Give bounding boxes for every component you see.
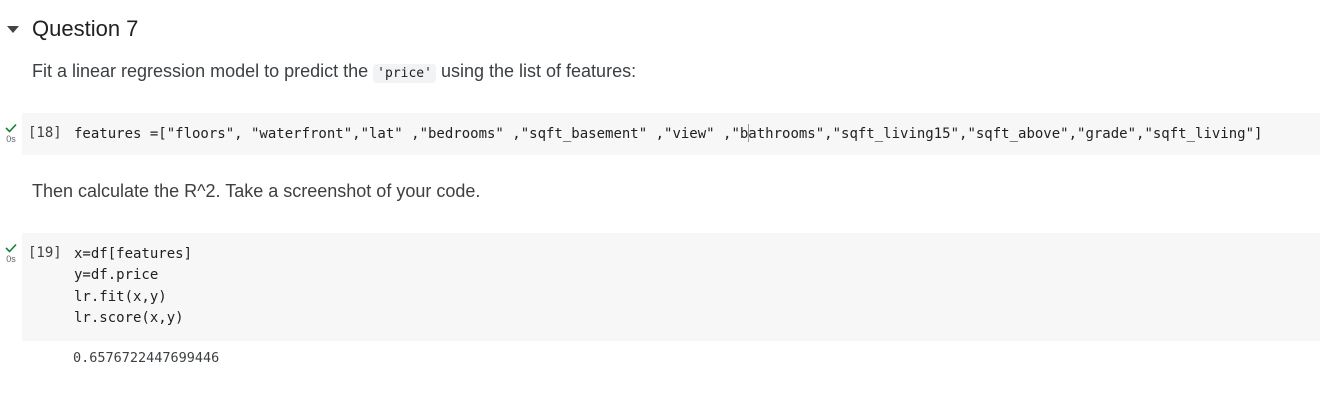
cell-19-output: 0.6576722447699446 — [73, 350, 220, 366]
text-cell-r2[interactable]: Then calculate the R^2. Take a screensho… — [32, 181, 480, 202]
code-cell-19[interactable]: [19] x=df[features] y=df.price lr.fit(x,… — [22, 233, 1320, 341]
cell-19-exec-count: [19] — [28, 245, 62, 261]
cell-19-run-status[interactable]: 0s — [0, 243, 22, 264]
cell-18-code[interactable]: features =["floors", "waterfront","lat" … — [74, 124, 1262, 145]
cell-19-code[interactable]: x=df[features] y=df.price lr.fit(x,y) lr… — [74, 244, 192, 329]
caret-down-icon — [7, 25, 19, 33]
cell-18-exec-count: [18] — [28, 125, 62, 141]
collapse-toggle-button[interactable] — [1, 17, 25, 41]
cell-18-run-status[interactable]: 0s — [0, 123, 22, 144]
code-before-cursor: features =["floors", "waterfront","lat" … — [74, 126, 749, 142]
notebook: Question 7 Fit a linear regression model… — [0, 0, 1320, 403]
inline-code-price: 'price' — [373, 64, 436, 83]
code-after-cursor: athrooms","sqft_living15","sqft_above","… — [748, 126, 1263, 142]
section-title: Question 7 — [32, 16, 139, 41]
cell-19-exec-time: 0s — [6, 254, 16, 264]
r2-instruction: Then calculate the R^2. Take a screensho… — [32, 181, 481, 201]
section-header: Question 7 — [0, 12, 138, 46]
cell-18-exec-time: 0s — [6, 134, 16, 144]
instruction-suffix: using the list of features: — [435, 61, 637, 81]
instruction-prefix: Fit a linear regression model to predict… — [32, 61, 374, 81]
code-cell-18[interactable]: [18] features =["floors", "waterfront","… — [22, 113, 1320, 155]
check-icon — [5, 243, 17, 253]
text-cell-instructions[interactable]: Fit a linear regression model to predict… — [32, 61, 637, 83]
check-icon — [5, 123, 17, 133]
